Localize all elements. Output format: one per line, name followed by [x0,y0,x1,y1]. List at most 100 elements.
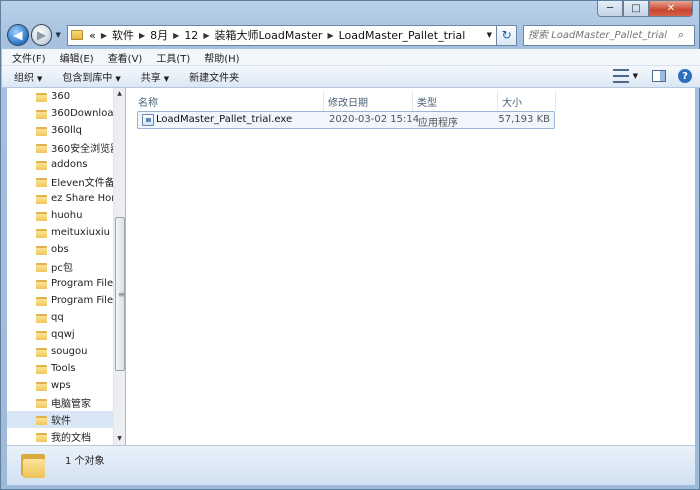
share-button[interactable]: 共享 ▼ [141,69,169,84]
folder-icon [71,30,84,40]
organize-button[interactable]: 组织 ▼ [14,69,42,84]
share-label: 共享 [140,73,161,84]
folder-icon [36,160,47,170]
menu-view[interactable]: 查看(V) [108,50,143,65]
search-input[interactable] [528,29,679,41]
refresh-button[interactable]: ↻ [497,24,518,46]
file-size: 57,193 KB [498,114,550,125]
sidebar-item[interactable]: Program Files [7,292,113,309]
sidebar-item-label: 软件 [51,416,71,427]
sidebar-item[interactable]: ez Share Home [7,190,113,207]
navigation-pane[interactable]: 360 360Downloads 360llq 360安全浏览器 addons … [7,88,125,445]
menu-file[interactable]: 文件(F) [12,50,46,65]
navigation-bar: ◀ ▶ ▼ « ▶ 软件 ▶ 8月 ▶ 12 ▶ 装箱大师LoadMaster … [7,23,695,47]
sidebar-item[interactable]: qq [7,309,113,326]
file-type: 应用程序 [418,118,458,129]
column-header-modified[interactable]: 修改日期 [324,91,413,111]
chevron-right-icon[interactable]: ▶ [139,31,145,40]
chevron-right-icon[interactable]: ▶ [203,31,209,40]
sidebar-item-label: addons [51,159,88,170]
menu-edit[interactable]: 编辑(E) [60,50,94,65]
sidebar-item-label: 360Downloads [51,108,113,119]
details-pane: 1 个对象 [7,445,695,485]
explorer-window: ─ □ ✕ ◀ ▶ ▼ « ▶ 软件 ▶ 8月 ▶ 12 ▶ 装箱大师LoadM… [0,0,700,490]
file-row[interactable]: LoadMaster_Pallet_trial.exe 2020-03-02 1… [137,111,555,129]
sidebar-item-label: 360安全浏览器 [51,144,113,155]
preview-pane-icon[interactable] [652,70,666,82]
sidebar-item[interactable]: qqwj [7,326,113,343]
sidebar-item[interactable]: huohu [7,207,113,224]
column-header-name[interactable]: 名称 [134,91,324,111]
breadcrumb-item[interactable]: 8月 [150,27,168,43]
breadcrumb-item[interactable]: 12 [184,29,198,42]
file-list[interactable]: 名称 修改日期 类型 大小 LoadMaster_Pallet_trial.ex… [126,88,695,445]
folder-icon [36,347,47,357]
folder-icon [36,92,47,102]
address-bar[interactable]: « ▶ 软件 ▶ 8月 ▶ 12 ▶ 装箱大师LoadMaster ▶ Load… [67,24,498,46]
view-dropdown-icon[interactable]: ▼ [633,72,638,80]
sidebar-item[interactable]: 360Downloads [7,105,113,122]
folder-icon [36,313,47,323]
help-icon[interactable]: ? [678,69,692,83]
chevron-right-icon[interactable]: ▶ [327,31,333,40]
sidebar-item[interactable]: 360 [7,88,113,105]
scrollbar-thumb[interactable]: ≡ [115,217,125,371]
sidebar-item[interactable]: addons [7,156,113,173]
folder-icon [36,296,47,306]
maximize-button[interactable]: □ [623,1,649,17]
menu-help[interactable]: 帮助(H) [204,50,239,65]
breadcrumb-item[interactable]: 装箱大师LoadMaster [214,27,322,43]
sidebar-item-selected[interactable]: 软件 [7,411,113,428]
breadcrumb-overflow[interactable]: « [89,29,96,42]
scroll-down-icon[interactable]: ▼ [114,433,125,445]
sidebar-item-label: obs [51,244,69,255]
sidebar-item[interactable]: 360安全浏览器 [7,139,113,156]
sidebar-item[interactable]: sougou [7,343,113,360]
view-controls: ▼ ? [612,69,692,83]
sidebar-item[interactable]: Program Files [7,275,113,292]
folder-icon [36,211,47,221]
sidebar-item-label: 360llq [51,125,82,136]
sidebar-item[interactable]: wps [7,377,113,394]
folder-icon [36,262,47,272]
sidebar-item-label: ez Share Home [51,193,113,204]
back-arrow-icon: ◀ [13,28,23,42]
folder-icon [36,364,47,374]
chevron-right-icon[interactable]: ▶ [173,31,179,40]
search-box[interactable]: ⌕ [523,24,695,46]
search-icon[interactable]: ⌕ [678,28,684,42]
sidebar-item[interactable]: Eleven文件备份 [7,173,113,190]
folder-icon [36,177,47,187]
breadcrumb-item[interactable]: 软件 [112,27,134,43]
breadcrumb-current[interactable]: LoadMaster_Pallet_trial [339,29,466,42]
forward-button[interactable]: ▶ [30,24,53,46]
column-header-type[interactable]: 类型 [413,91,498,111]
sidebar-item[interactable]: pc包 [7,258,113,275]
address-dropdown-icon[interactable]: ▼ [482,31,496,39]
sidebar-item[interactable]: 360llq [7,122,113,139]
chevron-right-icon[interactable]: ▶ [101,31,107,40]
minimize-button[interactable]: ─ [597,1,623,17]
folder-icon [36,228,47,238]
sidebar-item[interactable]: 我的文档 [7,428,113,445]
sidebar-item[interactable]: meituxiuxiu [7,224,113,241]
column-header-size[interactable]: 大小 [498,91,556,111]
sidebar-item-label: pc包 [51,263,73,274]
close-button[interactable]: ✕ [649,1,693,17]
chevron-down-icon: ▼ [115,75,121,83]
new-folder-button[interactable]: 新建文件夹 [189,69,239,84]
sidebar-item[interactable]: 电脑管家 [7,394,113,411]
folder-icon [36,194,47,204]
menu-tools[interactable]: 工具(T) [156,50,190,65]
recent-pages-dropdown[interactable]: ▼ [53,31,63,39]
sidebar-item-label: Program Files [51,295,113,306]
menu-bar: 文件(F) 编辑(E) 查看(V) 工具(T) 帮助(H) [2,49,700,66]
sidebar-item[interactable]: obs [7,241,113,258]
folder-icon [36,245,47,255]
back-button[interactable]: ◀ [7,24,29,46]
view-options-icon[interactable] [612,69,629,83]
sidebar-item[interactable]: Tools [7,360,113,377]
scroll-up-icon[interactable]: ▲ [114,88,125,100]
include-in-library-button[interactable]: 包含到库中 ▼ [62,69,120,84]
navigation-scrollbar[interactable]: ▲ ≡ ▼ [113,88,125,445]
